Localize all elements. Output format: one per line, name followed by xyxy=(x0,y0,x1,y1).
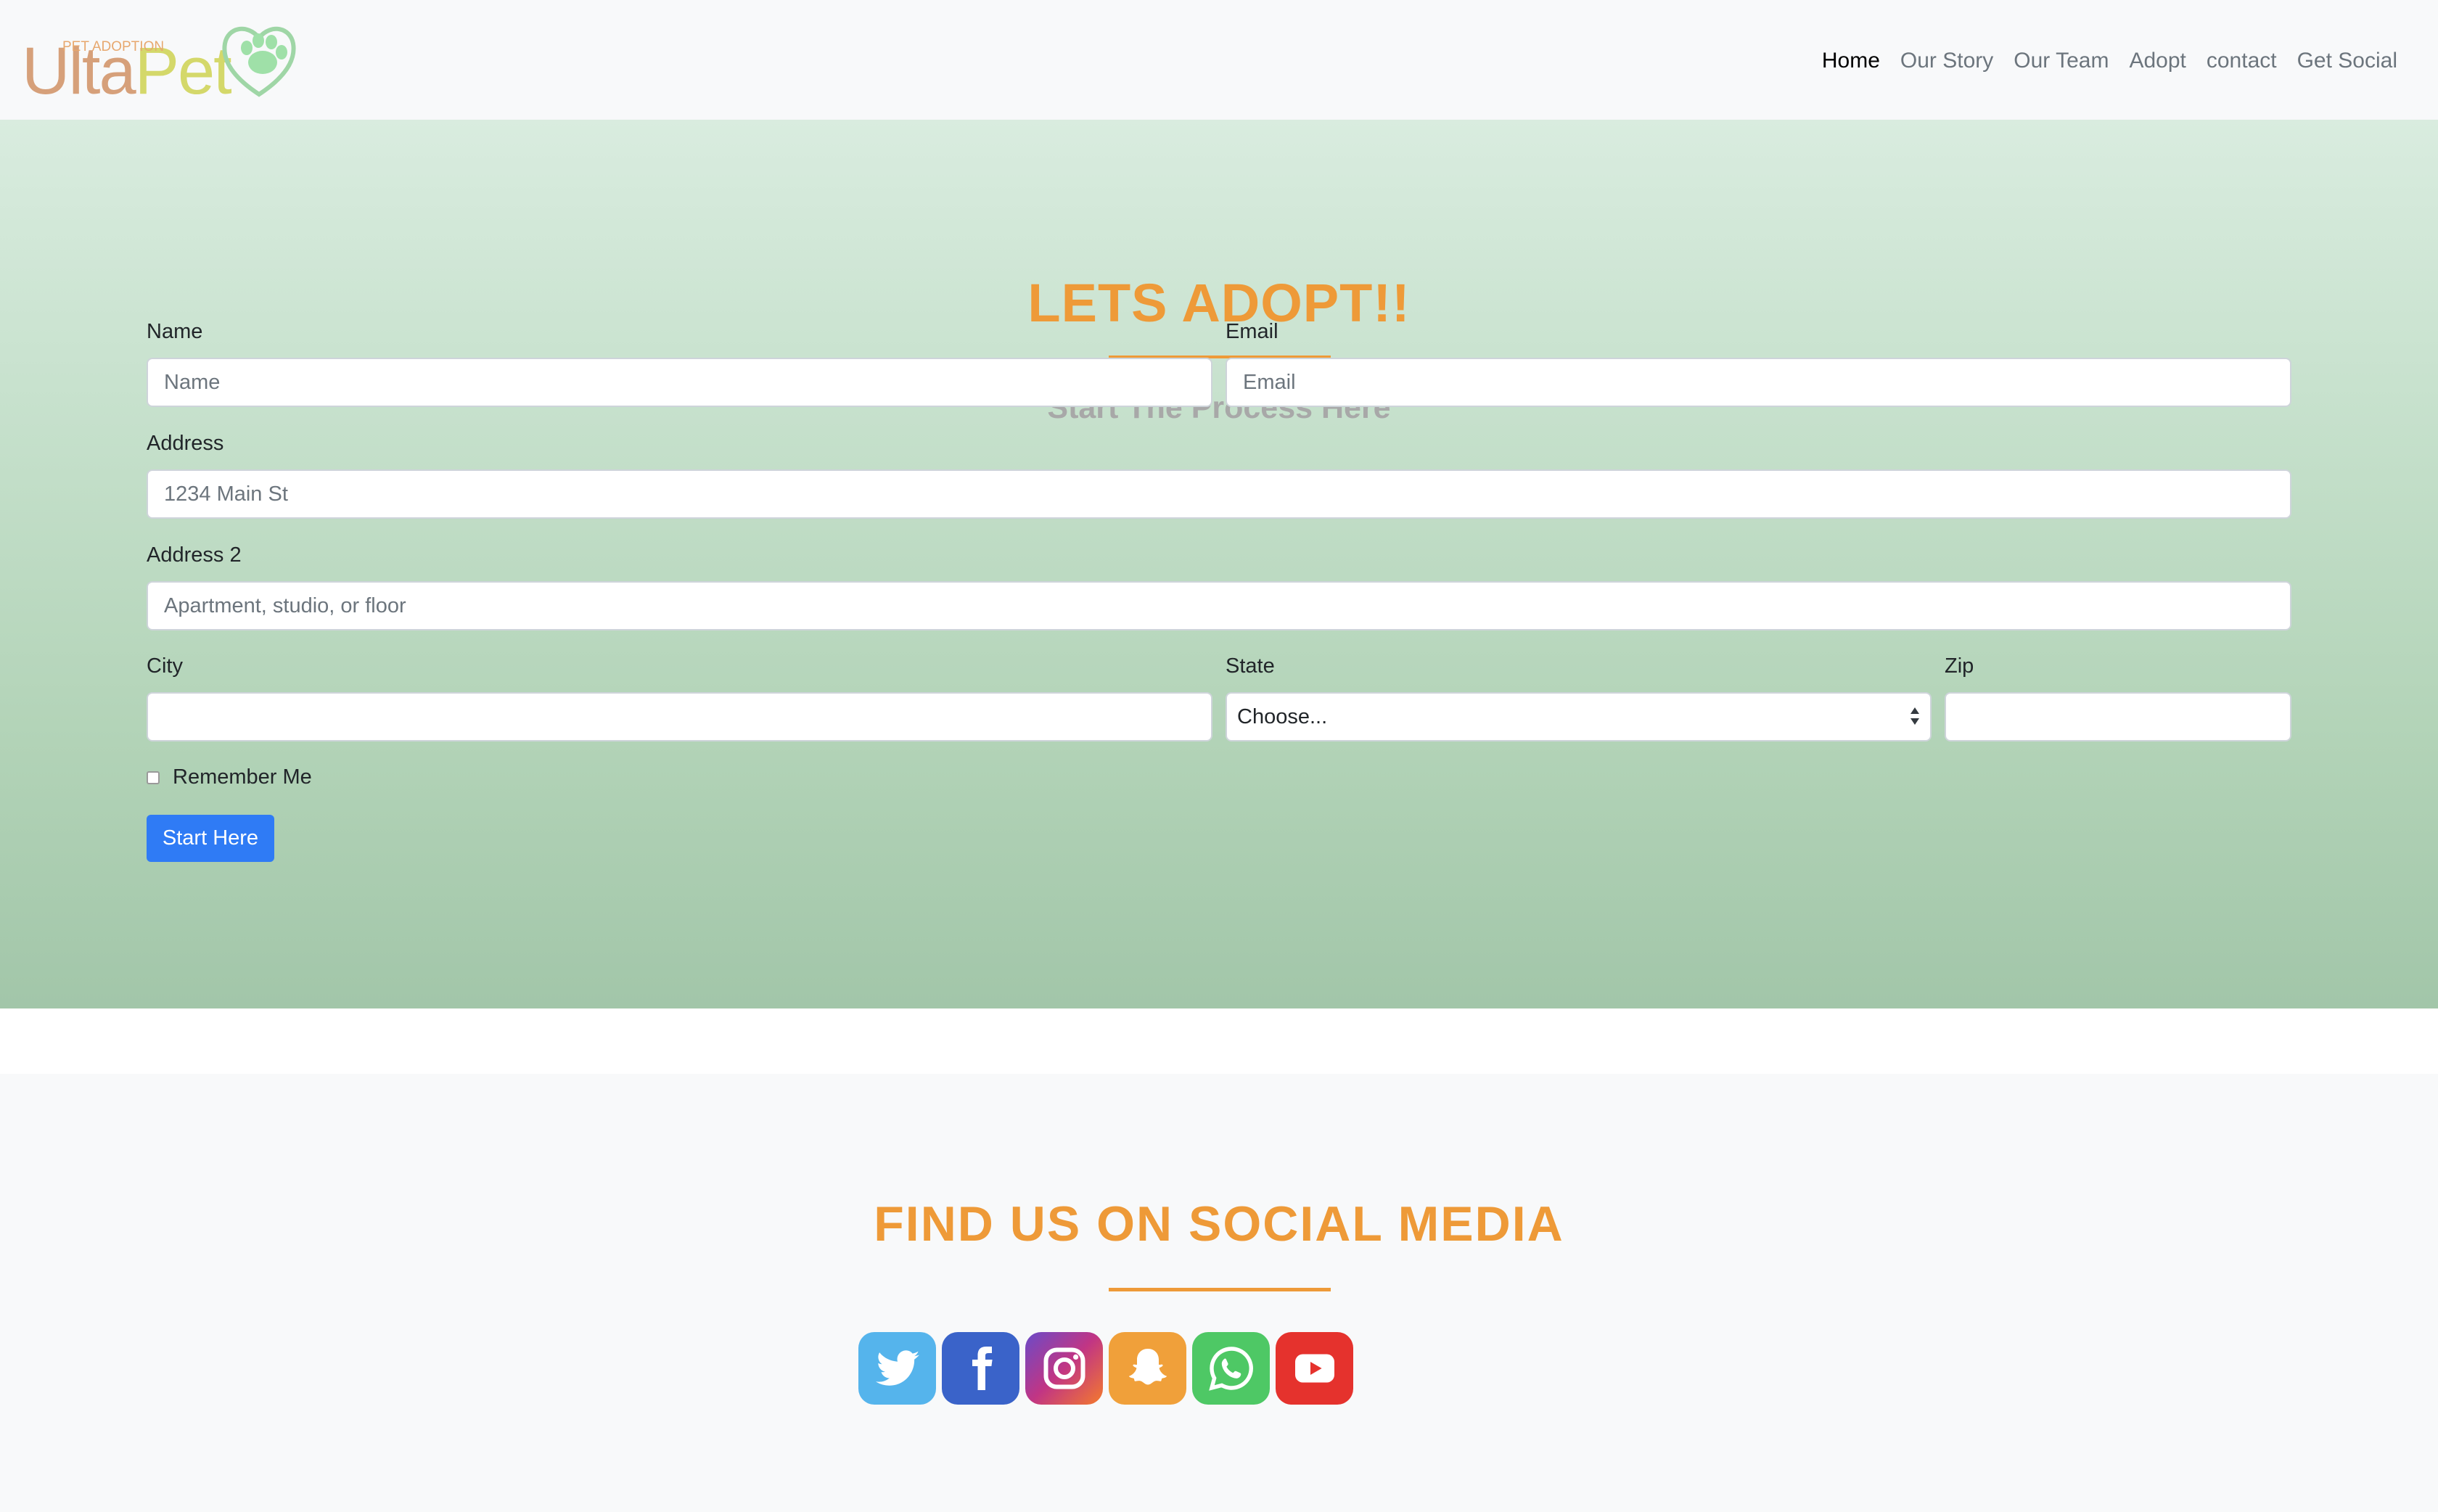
nav-contact[interactable]: contact xyxy=(2196,48,2287,74)
remember-me-row: Remember Me xyxy=(147,765,312,789)
address-field[interactable] xyxy=(147,469,2291,519)
twitter-icon[interactable] xyxy=(858,1332,936,1405)
start-here-button[interactable]: Start Here xyxy=(147,815,274,862)
navbar: UltaPet PET ADOPTION Home Our Story Our … xyxy=(0,0,2438,120)
state-select[interactable]: Choose... xyxy=(1226,692,1932,741)
youtube-icon[interactable] xyxy=(1276,1332,1353,1405)
city-field[interactable] xyxy=(147,692,1212,741)
heart-paw-icon xyxy=(222,26,296,97)
social-divider xyxy=(1109,1288,1331,1291)
city-label: City xyxy=(147,654,183,678)
nav-our-team[interactable]: Our Team xyxy=(2003,48,2119,74)
logo-tagline: PET ADOPTION xyxy=(62,39,165,54)
email-field[interactable] xyxy=(1226,358,2291,407)
remember-me-label: Remember Me xyxy=(173,765,312,789)
whatsapp-icon[interactable] xyxy=(1192,1332,1270,1405)
brand-logo[interactable]: UltaPet PET ADOPTION xyxy=(22,16,296,104)
social-icons-row xyxy=(858,1332,1353,1405)
snapchat-icon[interactable] xyxy=(1109,1332,1186,1405)
name-label: Name xyxy=(147,320,203,343)
main-nav: Home Our Story Our Team Adopt contact Ge… xyxy=(1812,48,2408,74)
remember-me-checkbox[interactable] xyxy=(147,771,160,784)
nav-home[interactable]: Home xyxy=(1812,48,1890,74)
social-title: FIND US ON SOCIAL MEDIA xyxy=(874,1196,1564,1252)
instagram-icon[interactable] xyxy=(1025,1332,1103,1405)
nav-our-story[interactable]: Our Story xyxy=(1890,48,2003,74)
state-label: State xyxy=(1226,654,1275,678)
section-spacer xyxy=(0,1008,2438,1074)
social-media-section: FIND US ON SOCIAL MEDIA xyxy=(0,1074,2438,1512)
address2-field[interactable] xyxy=(147,581,2291,630)
name-field[interactable] xyxy=(147,358,1212,407)
adopt-form-section: LETS ADOPT!! Start The Process Here Name… xyxy=(0,120,2438,1008)
zip-field[interactable] xyxy=(1945,692,2291,741)
select-arrows-icon xyxy=(1910,707,1919,725)
state-selected-value: Choose... xyxy=(1237,705,1328,728)
address-label: Address xyxy=(147,432,224,455)
zip-label: Zip xyxy=(1945,654,1974,678)
email-label: Email xyxy=(1226,320,1278,343)
nav-adopt[interactable]: Adopt xyxy=(2119,48,2196,74)
nav-get-social[interactable]: Get Social xyxy=(2287,48,2408,74)
section-title: LETS ADOPT!! xyxy=(1027,273,1411,333)
address2-label: Address 2 xyxy=(147,543,242,567)
facebook-icon[interactable] xyxy=(942,1332,1019,1405)
